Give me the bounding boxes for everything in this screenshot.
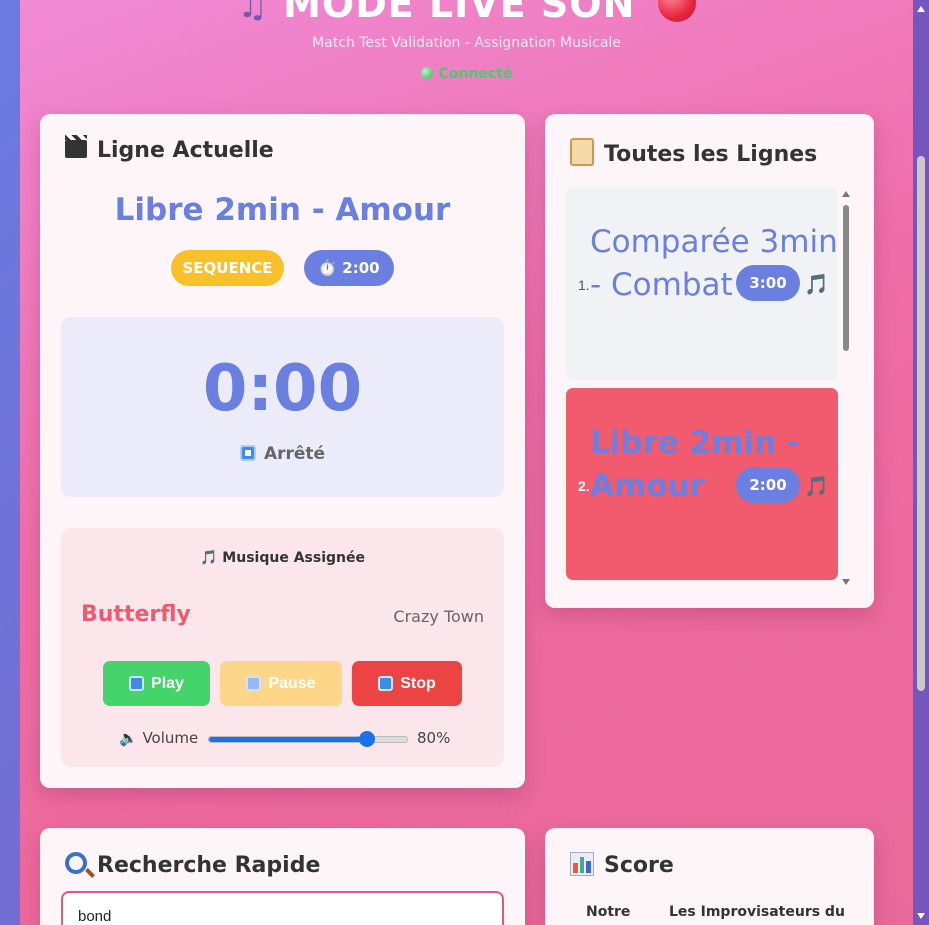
score-card-title: Score [604,852,674,878]
music-notes-icon: ♫ [237,0,269,26]
duration-badge: ⏱️ 2:00 [304,250,394,286]
type-badge: SEQUENCE [171,250,284,286]
pause-icon [246,676,262,691]
all-lines-header: Toutes les Lignes [570,138,817,171]
page-subtitle: Match Test Validation - Assignation Musi… [312,35,621,51]
line-duration-badge: 2:00 [736,467,800,503]
live-mode-page: ♫ MODE LIVE SON Match Test Validation - … [20,0,913,925]
scroll-icon [570,138,594,171]
all-lines-card: Toutes les Lignes 1. Comparée 3min - Com… [545,114,874,608]
stop-button-label: Stop [400,674,436,692]
window-scroll-up-icon[interactable] [917,6,925,12]
line-number: 2. [578,478,590,494]
play-icon [129,676,145,691]
connection-status-label: Connecté [438,66,513,82]
current-line-card-title: Ligne Actuelle [97,138,274,163]
stop-button[interactable]: Stop [352,661,462,706]
playback-state: Arrêté [61,444,504,464]
line-item-active[interactable]: 2. Libre 2min - Amour 2:00 🎵 [566,388,838,580]
quick-search-card: Recherche Rapide bond [40,828,525,925]
scroll-down-arrow-icon[interactable] [842,579,850,585]
volume-slider-fill [209,737,368,742]
line-item[interactable]: 1. Comparée 3min - Combat 3:00 🎵 [566,187,838,380]
search-input[interactable]: bond [61,891,504,925]
volume-percent: 80% [417,729,451,747]
scroll-up-arrow-icon[interactable] [842,191,850,197]
line-number: 1. [578,277,590,293]
volume-slider-thumb[interactable] [359,731,376,747]
volume-label: 🔈 Volume [119,729,199,747]
timer-display: 0:00 [202,352,363,426]
bar-chart-icon [570,852,594,878]
stop-square-icon [239,445,256,461]
score-column-header: Les Improvisateurs du [669,904,845,920]
line-duration-badge: 3:00 [736,265,800,301]
play-button-label: Play [151,674,184,692]
current-line-header: Ligne Actuelle [65,134,274,163]
playback-state-label: Arrêté [263,444,326,464]
lines-list[interactable]: 1. Comparée 3min - Combat 3:00 🎵 2. Libr… [566,187,838,583]
red-ball-icon [657,0,696,22]
score-column-header: Notre [586,904,631,920]
quick-search-card-title: Recherche Rapide [97,853,321,878]
score-card: Score Notre Les Improvisateurs du [545,828,874,925]
window-scrollbar[interactable] [913,0,929,925]
line-name: Libre 2min - Amour [590,425,800,504]
quick-search-header: Recherche Rapide [65,852,320,879]
window-scroll-down-icon[interactable] [917,913,925,919]
play-button[interactable]: Play [103,661,210,706]
timer-panel: 0:00 Arrêté [61,317,504,497]
assigned-music-header: 🎵 Musique Assignée [200,550,365,566]
line-name: Comparée 3min - Combat [590,224,838,303]
stop-icon [378,676,394,691]
music-note-icon: 🎵 [804,272,829,296]
pause-button-label: Pause [268,674,316,692]
page-title-text: MODE LIVE SON [283,0,636,26]
pause-button[interactable]: Pause [220,661,342,706]
all-lines-card-title: Toutes les Lignes [604,142,818,167]
clapper-board-icon [65,134,87,163]
song-artist: Crazy Town [393,607,484,626]
volume-slider[interactable] [208,731,408,747]
current-line-card: Ligne Actuelle Libre 2min - Amour SEQUEN… [40,114,525,788]
score-header: Score [570,852,674,878]
magnifier-icon [65,852,87,879]
connection-status: Connecté [20,66,913,82]
window-scrollbar-thumb[interactable] [917,156,925,691]
page-title: ♫ MODE LIVE SON [20,0,913,26]
green-dot-icon [420,67,433,79]
current-line-title: Libre 2min - Amour [114,192,451,228]
song-title: Butterfly [81,602,191,627]
lines-scrollbar-thumb[interactable] [843,205,849,351]
music-note-icon: 🎵 [804,474,829,498]
lines-scrollbar[interactable] [841,187,851,585]
assigned-music-panel: 🎵 Musique Assignée Butterfly Crazy Town … [61,528,504,767]
